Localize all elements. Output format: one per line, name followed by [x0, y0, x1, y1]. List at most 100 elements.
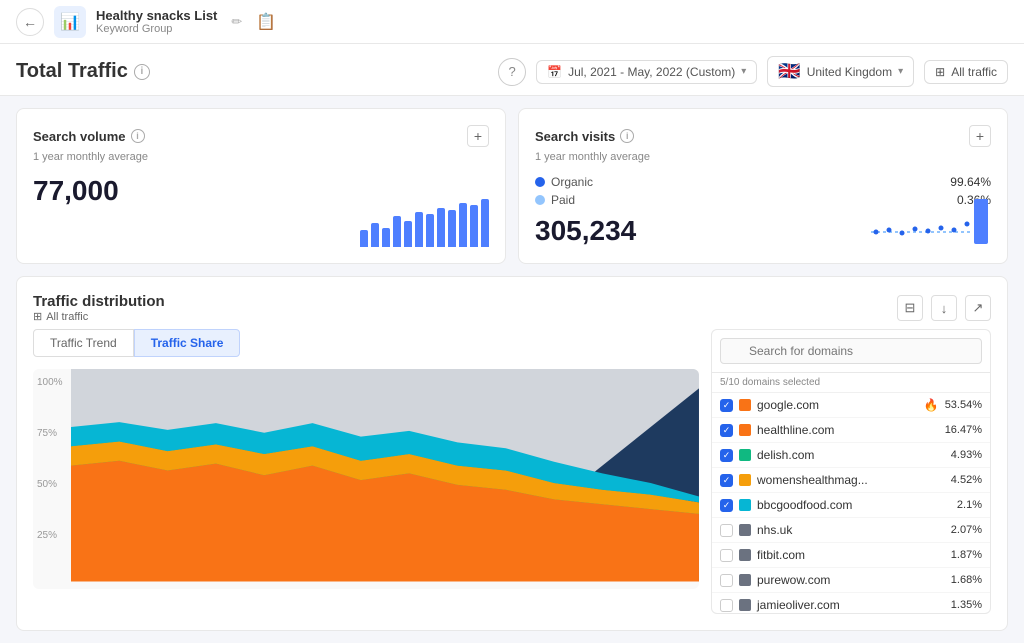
domain-color	[739, 474, 751, 486]
bar	[437, 208, 445, 247]
dist-header: Traffic distribution ⊞ All traffic ⊟ ↓ ↗	[33, 293, 991, 323]
chart-section: Traffic Trend Traffic Share 100% 75% 50%…	[33, 329, 699, 614]
domain-checkbox[interactable]	[720, 549, 733, 562]
domain-emoji: 🔥	[924, 398, 939, 412]
domain-pct: 2.07%	[951, 524, 982, 536]
search-visits-card: Search visits i + 1 year monthly average…	[518, 108, 1008, 264]
domain-pct: 1.68%	[951, 574, 982, 586]
add-button[interactable]: +	[467, 125, 489, 147]
domain-checkbox[interactable]: ✓	[720, 449, 733, 462]
domain-color	[739, 424, 751, 436]
tab-traffic-trend[interactable]: Traffic Trend	[33, 329, 134, 357]
metric-header: Search volume i +	[33, 125, 489, 147]
domain-checkbox[interactable]	[720, 599, 733, 612]
country-picker[interactable]: 🇬🇧 United Kingdom ▾	[767, 56, 914, 87]
bar	[415, 212, 423, 247]
country-label: United Kingdom	[807, 65, 892, 79]
page-header: Total Traffic i ? 📅 Jul, 2021 - May, 202…	[0, 44, 1024, 96]
header-controls: ? 📅 Jul, 2021 - May, 2022 (Custom) ▾ 🇬🇧 …	[498, 56, 1008, 87]
metric-subtitle: 1 year monthly average	[33, 151, 489, 163]
metric-title: Search volume i	[33, 129, 145, 144]
legend-label: Paid	[535, 193, 575, 207]
share-icon[interactable]: 📋	[256, 12, 276, 32]
tab-traffic-share[interactable]: Traffic Share	[134, 329, 241, 357]
list-item[interactable]: nhs.uk2.07%	[712, 518, 990, 543]
visits-chart	[871, 194, 991, 247]
info-icon[interactable]: i	[620, 129, 634, 143]
domain-color	[739, 549, 751, 561]
domain-pct: 4.52%	[951, 474, 982, 486]
share-button[interactable]: ↗	[965, 295, 991, 321]
list-item[interactable]: jamieoliver.com1.35%	[712, 593, 990, 613]
domain-color	[739, 399, 751, 411]
domain-pct: 1.35%	[951, 599, 982, 611]
domain-name: healthline.com	[757, 423, 939, 437]
domain-search-area: 🔍	[712, 330, 990, 373]
metric-header: Search visits i +	[535, 125, 991, 147]
dist-content: Traffic Trend Traffic Share 100% 75% 50%…	[33, 329, 991, 614]
back-button[interactable]: ←	[16, 8, 44, 36]
domain-panel: 🔍 5/10 domains selected ✓ google.com 🔥 53.5…	[711, 329, 991, 614]
dist-actions: ⊟ ↓ ↗	[897, 295, 991, 321]
dist-title: Traffic distribution	[33, 293, 165, 310]
keyword-group-info: Healthy snacks List Keyword Group	[96, 8, 217, 35]
edit-icon[interactable]: ✏	[231, 14, 242, 30]
domain-name: purewow.com	[757, 573, 945, 587]
domain-checkbox[interactable]: ✓	[720, 499, 733, 512]
domain-pct: 2.1%	[957, 499, 982, 511]
info-icon[interactable]: i	[131, 129, 145, 143]
download-button[interactable]: ↓	[931, 295, 957, 321]
list-item[interactable]: fitbit.com1.87%	[712, 543, 990, 568]
domain-checkbox[interactable]	[720, 574, 733, 587]
domain-pct: 1.87%	[951, 549, 982, 561]
all-traffic-icon: ⊞	[33, 310, 42, 323]
info-icon[interactable]: i	[134, 64, 150, 80]
date-picker[interactable]: 📅 Jul, 2021 - May, 2022 (Custom) ▾	[536, 60, 757, 84]
tabs-row: Traffic Trend Traffic Share	[33, 329, 699, 357]
list-item[interactable]: ✓ womenshealthmag... 4.52%	[712, 468, 990, 493]
table-view-button[interactable]: ⊟	[897, 295, 923, 321]
domain-color	[739, 574, 751, 586]
list-item[interactable]: ✓ google.com 🔥 53.54%	[712, 393, 990, 418]
bar	[426, 214, 434, 247]
traffic-type-picker[interactable]: ⊞ All traffic	[924, 60, 1008, 84]
stacked-chart: 100% 75% 50% 25% © similarweb	[33, 369, 699, 589]
list-item[interactable]: ✓ healthline.com 16.47%	[712, 418, 990, 443]
chevron-down-icon: ▾	[898, 66, 903, 77]
traffic-type-label: All traffic	[951, 65, 997, 79]
organic-pct: 99.64%	[950, 175, 991, 189]
domain-name: google.com	[757, 398, 918, 412]
metrics-row: Search volume i + 1 year monthly average…	[16, 108, 1008, 264]
domain-search-input[interactable]	[720, 338, 982, 364]
bar-chart	[360, 197, 489, 247]
calendar-icon: 📅	[547, 65, 562, 79]
domain-color	[739, 499, 751, 511]
add-button[interactable]: +	[969, 125, 991, 147]
domain-name: bbcgoodfood.com	[757, 498, 951, 512]
y-labels: 100% 75% 50% 25%	[33, 369, 71, 589]
list-item[interactable]: ✓ bbcgoodfood.com 2.1%	[712, 493, 990, 518]
metric-subtitle: 1 year monthly average	[535, 151, 991, 163]
bar	[481, 199, 489, 247]
domain-name: womenshealthmag...	[757, 473, 945, 487]
bar	[360, 230, 368, 247]
domain-search-wrap: 🔍	[720, 338, 982, 364]
domain-pct: 53.54%	[945, 399, 982, 411]
list-item[interactable]: ✓delish.com4.93%	[712, 443, 990, 468]
domain-checkbox[interactable]	[720, 524, 733, 537]
bar	[470, 205, 478, 247]
domain-color	[739, 449, 751, 461]
help-button[interactable]: ?	[498, 58, 526, 86]
domain-pct: 16.47%	[945, 424, 982, 436]
domain-count: 5/10 domains selected	[712, 373, 990, 393]
domain-checkbox[interactable]: ✓	[720, 474, 733, 487]
keyword-group-sub: Keyword Group	[96, 23, 217, 35]
traffic-distribution-card: Traffic distribution ⊞ All traffic ⊟ ↓ ↗…	[16, 276, 1008, 631]
keyword-group-title: Healthy snacks List	[96, 8, 217, 23]
main-content: Search volume i + 1 year monthly average…	[0, 96, 1024, 643]
domain-checkbox[interactable]: ✓	[720, 399, 733, 412]
list-item[interactable]: purewow.com 1.68%	[712, 568, 990, 593]
domain-checkbox[interactable]: ✓	[720, 424, 733, 437]
page-title: Total Traffic i	[16, 60, 150, 83]
legend-label: Organic	[535, 175, 593, 189]
